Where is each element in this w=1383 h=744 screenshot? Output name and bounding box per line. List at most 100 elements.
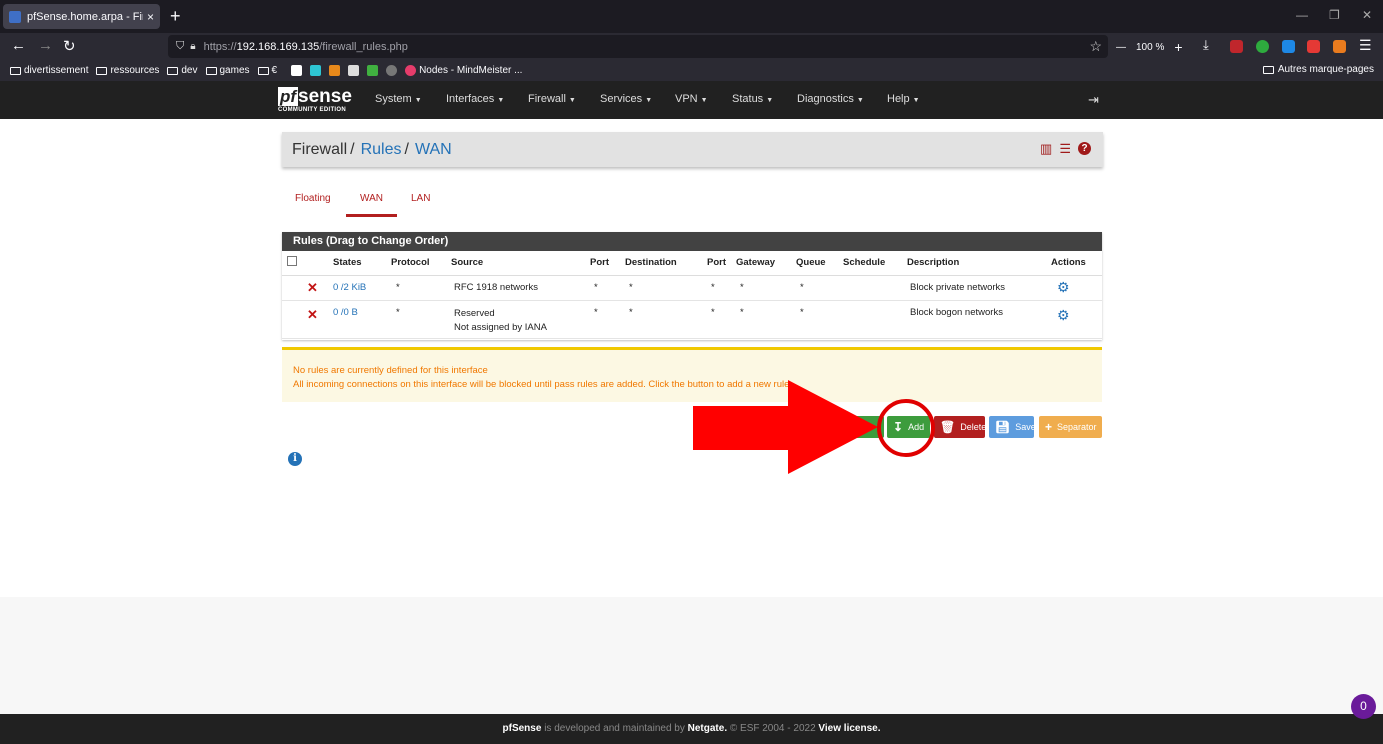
menu-firewall[interactable]: Firewall ▼ [528,93,576,105]
green-extension-icon[interactable] [1256,40,1269,53]
footer-netgate-link[interactable]: Netgate. [688,723,727,734]
cell-description: Block private networks [907,275,1051,301]
menu-services[interactable]: Services ▼ [600,93,652,105]
shield-icon[interactable]: ⛉ [176,40,184,53]
cell-dest-port: * [707,300,736,339]
bookmark-folder[interactable]: ressources [96,65,159,76]
url-bar[interactable]: ⛉ 🔒︎ https://192.168.169.135/firewall_ru… [168,35,1108,58]
breadcrumb: Firewall / Rules / WAN ▥ ☰ ? [282,132,1103,167]
reload-icon[interactable]: ↻ [63,37,76,55]
list-icon[interactable]: ☰ [1059,142,1071,156]
gear-icon[interactable]: ⚙ [1057,279,1070,295]
tab-floating[interactable]: Floating [295,193,331,204]
help-icon[interactable]: ? [1078,142,1091,155]
col-source: Source [451,251,590,276]
bookmark-shortcut[interactable] [386,65,398,76]
cell-protocol: * [391,275,451,301]
breadcrumb-wan[interactable]: WAN [415,141,452,159]
cell-queue: * [796,300,843,339]
save-button[interactable]: 💾︎ Save [989,416,1036,438]
zoom-in-icon[interactable]: + [1174,39,1182,55]
col-schedule: Schedule [843,251,907,276]
cell-port: * [590,300,625,339]
plus-icon: + [1045,420,1053,434]
info-icon[interactable]: i [288,452,302,466]
site-icon [329,65,341,76]
window-close-icon[interactable]: ✕ [1362,8,1372,22]
cell-protocol: * [391,300,451,339]
cell-queue: * [796,275,843,301]
menu-help[interactable]: Help ▼ [887,93,920,105]
gear-icon[interactable]: ⚙ [1057,307,1070,323]
rules-panel-title: Rules (Drag to Change Order) [282,232,1102,251]
delete-button[interactable]: 🗑︎ Delete [934,416,986,438]
cell-source: Reserved [454,307,495,319]
bookmark-shortcut[interactable] [310,65,322,76]
tab-lan[interactable]: LAN [411,193,430,204]
add-top-button[interactable]: ↥ [840,416,884,438]
tab-close-icon[interactable]: × [147,10,154,24]
menu-status[interactable]: Status ▼ [732,93,773,105]
forward-icon[interactable]: → [38,37,53,54]
site-icon [291,65,303,76]
footer-brand: pfSense [502,723,542,734]
other-bookmarks[interactable]: Autres marque-pages [1262,64,1374,75]
minimize-icon[interactable]: — [1296,8,1308,22]
bookmark-folder[interactable]: dev [167,65,198,76]
cell-gateway: * [736,275,796,301]
red-extension-icon[interactable] [1307,40,1320,53]
new-tab-button[interactable]: + [170,6,181,27]
states-link[interactable]: 0 /2 KiB [333,282,366,293]
zoom-level[interactable]: 100 % [1136,42,1164,53]
chart-icon[interactable]: ▥ [1040,142,1052,156]
bookmark-shortcut[interactable] [329,65,341,76]
select-all-checkbox[interactable] [287,256,297,267]
menu-diagnostics[interactable]: Diagnostics ▼ [797,93,864,105]
bookmark-folder[interactable]: games [205,65,250,76]
blue-extension-icon[interactable] [1282,40,1295,53]
menu-vpn[interactable]: VPN ▼ [675,93,708,105]
pfsense-navbar: pf sense COMMUNITY EDITION System ▼ Interf… [0,81,1383,119]
ublock-extension-icon[interactable] [1230,40,1243,53]
col-actions: Actions [1051,251,1102,276]
bookmark-star-icon[interactable]: ☆ [1089,38,1102,55]
cloud-icon [386,65,398,76]
zoom-out-icon[interactable]: — [1116,42,1126,53]
metamask-extension-icon[interactable] [1333,40,1346,53]
table-row[interactable]: ✕ 0 /0 B * Reserved Not assigned by IANA … [282,300,1102,339]
col-queue: Queue [796,251,843,276]
tab-wan[interactable]: WAN [360,193,383,204]
restore-icon[interactable]: ❐ [1329,8,1340,22]
lock-icon[interactable]: 🔒︎ [190,41,195,52]
save-icon: 💾︎ [995,420,1011,434]
menu-interfaces[interactable]: Interfaces ▼ [446,93,504,105]
separator-button[interactable]: + Separator [1039,416,1102,438]
back-icon[interactable]: ← [11,37,26,54]
table-row[interactable]: ✕ 0 /2 KiB * RFC 1918 networks * * * * *… [282,275,1102,301]
footer-license-link[interactable]: View license. [818,723,880,734]
bookmark-mindmeister[interactable]: Nodes - MindMeister ... [405,65,522,76]
add-button[interactable]: ↧ Add [887,416,930,438]
bookmark-folder[interactable]: divertissement [10,65,88,76]
download-icon[interactable]: ⤓ [1203,37,1209,53]
hamburger-menu-icon[interactable]: ☰ [1359,37,1372,54]
url-text[interactable]: https://192.168.169.135/firewall_rules.p… [204,41,408,53]
bookmark-shortcut[interactable] [291,65,303,76]
folder-icon [10,66,21,75]
states-link[interactable]: 0 /0 B [333,307,358,318]
breadcrumb-separator: / [404,140,409,158]
bookmark-folder[interactable]: € [257,65,277,76]
page-footer: pfSense is developed and maintained by N… [0,714,1383,744]
site-icon [367,65,379,76]
browser-tab[interactable]: pfSense.home.arpa - Firewall: R × [3,4,160,29]
menu-system[interactable]: System ▼ [375,93,422,105]
trash-icon: 🗑︎ [940,420,956,434]
bookmark-shortcut[interactable] [367,65,379,76]
col-gateway: Gateway [736,251,796,276]
logout-icon[interactable]: ⇥ [1088,92,1099,108]
notification-badge[interactable]: 0 [1351,694,1376,719]
bookmark-shortcut[interactable] [348,65,360,76]
active-tab-indicator [346,214,397,217]
breadcrumb-rules[interactable]: Rules [361,141,402,159]
pfsense-logo[interactable]: pf sense COMMUNITY EDITION [278,87,352,113]
